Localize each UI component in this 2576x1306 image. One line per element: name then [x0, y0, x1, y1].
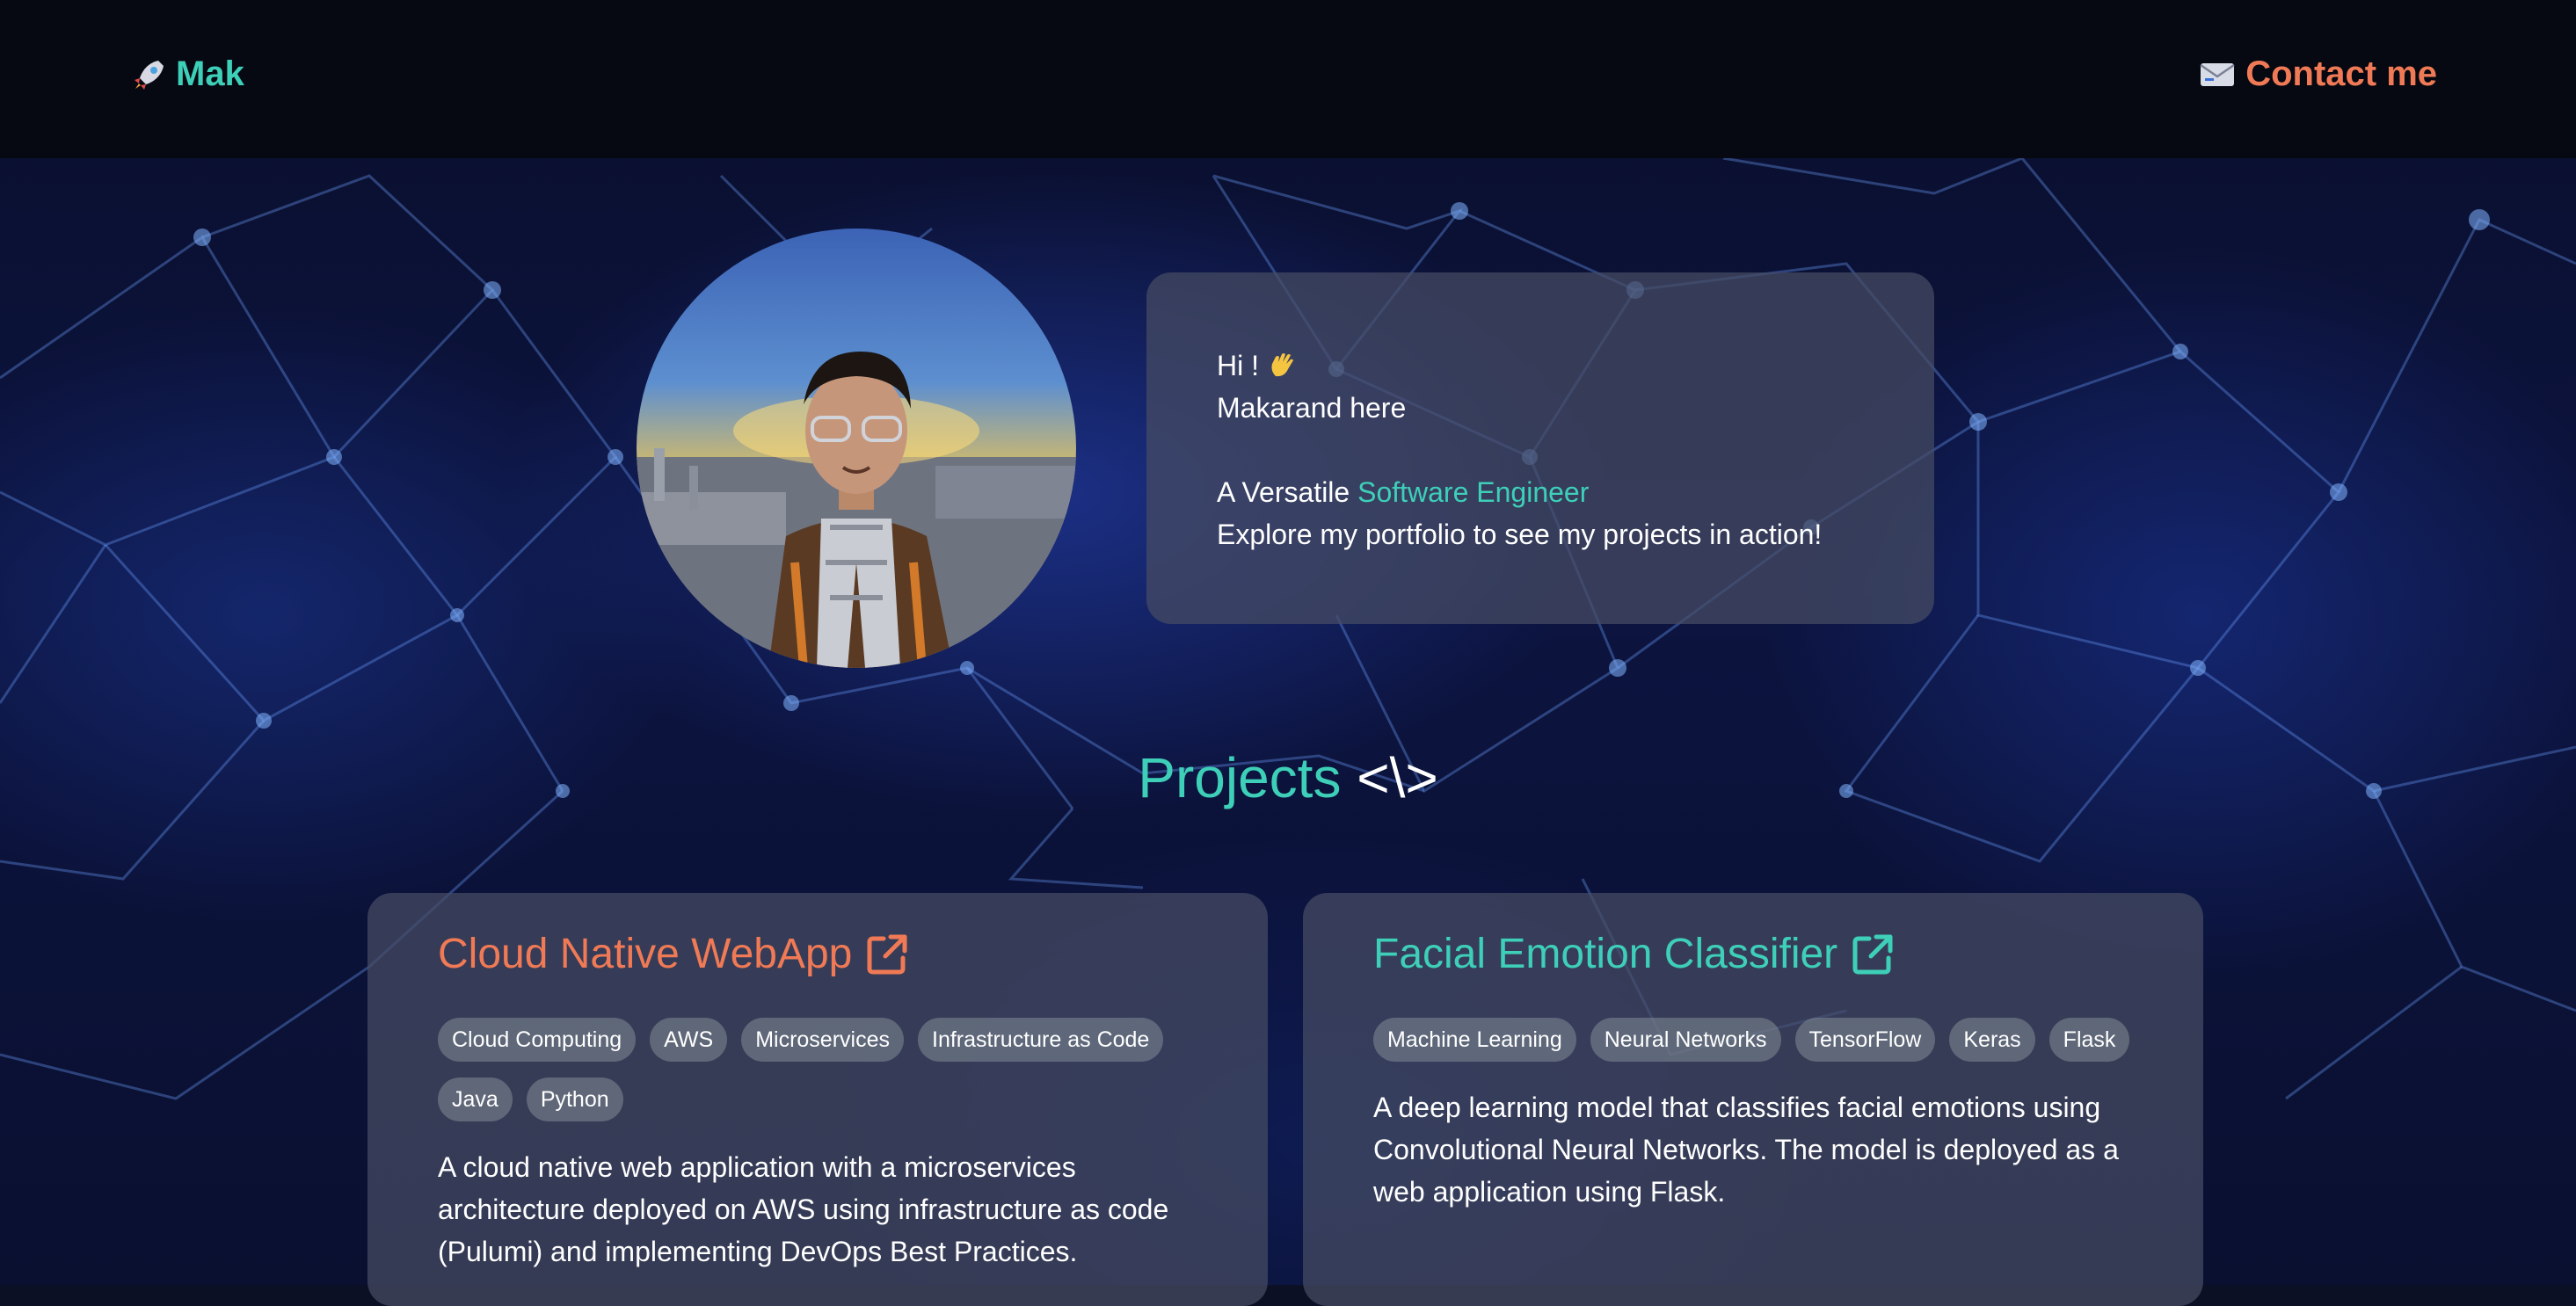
external-link-icon[interactable]	[864, 932, 910, 977]
projects-title-text: Projects	[1138, 746, 1342, 809]
tag: Java	[438, 1077, 513, 1121]
project-description: A deep learning model that classifies fa…	[1373, 1092, 2119, 1208]
tag: Infrastructure as Code	[918, 1018, 1164, 1062]
tag: Neural Networks	[1590, 1018, 1781, 1062]
tag: Python	[526, 1077, 623, 1121]
greeting-text: Hi !	[1217, 350, 1259, 381]
intro-card: Hi ! Makarand here A Versatile Software …	[1146, 272, 1934, 624]
project-title: Facial Emotion Classifier	[1373, 931, 1838, 977]
contact-me-link[interactable]: Contact me	[2200, 54, 2437, 94]
project-title: Cloud Native WebApp	[438, 931, 853, 977]
tag: Microservices	[741, 1018, 904, 1062]
tag: AWS	[650, 1018, 728, 1062]
projects-heading: Projects <\>	[0, 743, 2576, 813]
tag: Flask	[2048, 1018, 2130, 1062]
project-title-link[interactable]: Facial Emotion Classifier	[1373, 926, 2133, 983]
rocket-icon	[135, 60, 164, 90]
brand-label: Mak	[176, 54, 244, 93]
tag: TensorFlow	[1794, 1018, 1936, 1062]
greeting-line: Hi !	[1217, 345, 1864, 387]
top-navbar: Mak Contact me	[0, 0, 2576, 158]
tag: Keras	[1949, 1018, 2035, 1062]
contact-label: Contact me	[2245, 54, 2437, 93]
explore-line: Explore my portfolio to see my projects …	[1217, 519, 1823, 550]
tag-list: Cloud Computing AWS Microservices Infras…	[438, 1018, 1212, 1121]
role-prefix: A Versatile	[1217, 476, 1358, 508]
project-description: A cloud native web application with a mi…	[438, 1151, 1169, 1267]
envelope-icon	[2200, 62, 2235, 86]
role-highlight: Software Engineer	[1357, 476, 1590, 508]
tag: Cloud Computing	[438, 1018, 637, 1062]
external-link-icon[interactable]	[1850, 932, 1896, 977]
brand-link[interactable]: Mak	[132, 54, 244, 94]
project-card-cloud-native-webapp: Cloud Native WebApp Cloud Computing AWS …	[367, 893, 1268, 1306]
profile-photo	[637, 229, 1076, 668]
waving-hand-icon	[1271, 353, 1293, 377]
tag: Machine Learning	[1373, 1018, 1576, 1062]
project-card-facial-emotion-classifier: Facial Emotion Classifier Machine Learni…	[1303, 893, 2203, 1306]
tag-list: Machine Learning Neural Networks TensorF…	[1373, 1018, 2147, 1062]
code-symbol: <\>	[1357, 746, 1438, 809]
name-line: Makarand here	[1217, 392, 1407, 424]
project-title-link[interactable]: Cloud Native WebApp	[438, 926, 1197, 983]
role-line: A Versatile Software Engineer	[1217, 471, 1864, 513]
